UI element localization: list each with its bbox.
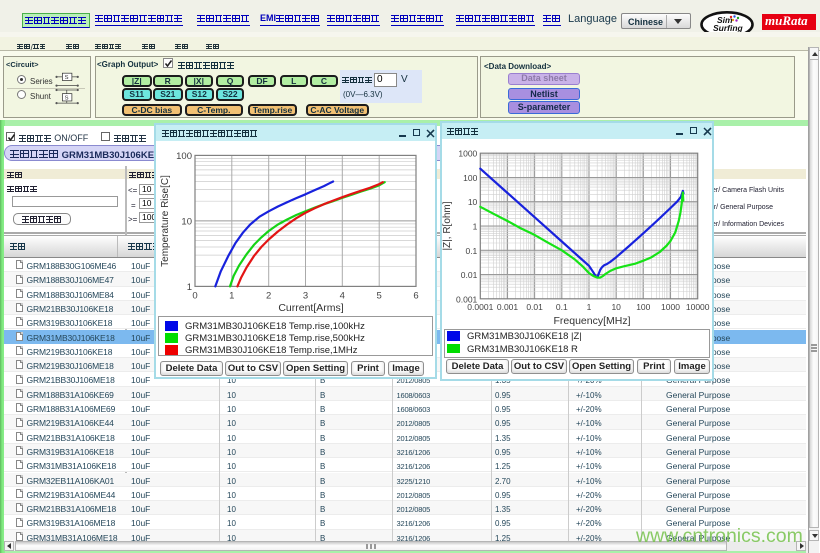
svg-text:S: S bbox=[65, 96, 69, 102]
svg-text:0.1: 0.1 bbox=[556, 302, 568, 312]
svg-text:Frequency[MHz]: Frequency[MHz] bbox=[553, 315, 630, 327]
svg-text:10: 10 bbox=[181, 216, 192, 227]
svg-text:1000: 1000 bbox=[458, 149, 477, 159]
svg-text:1: 1 bbox=[187, 282, 192, 293]
svg-text:Current[Arms]: Current[Arms] bbox=[278, 302, 343, 314]
svg-text:1: 1 bbox=[473, 222, 478, 232]
svg-text:Temperature Rise[C]: Temperature Rise[C] bbox=[160, 175, 171, 267]
svg-text:4: 4 bbox=[340, 290, 345, 301]
svg-text:100: 100 bbox=[176, 151, 192, 162]
svg-text:0.1: 0.1 bbox=[465, 246, 477, 256]
svg-text:100: 100 bbox=[636, 302, 650, 312]
svg-text:6: 6 bbox=[413, 290, 418, 301]
svg-text:2: 2 bbox=[266, 290, 271, 301]
svg-text:0.01: 0.01 bbox=[461, 270, 478, 280]
svg-text:0.0001: 0.0001 bbox=[467, 302, 493, 312]
svg-text:10: 10 bbox=[611, 302, 621, 312]
svg-text:3: 3 bbox=[303, 290, 308, 301]
svg-text:5: 5 bbox=[377, 290, 382, 301]
svg-text:100: 100 bbox=[463, 173, 477, 183]
svg-text:10000: 10000 bbox=[686, 302, 710, 312]
svg-text:1000: 1000 bbox=[661, 302, 680, 312]
svg-text:1: 1 bbox=[587, 302, 592, 312]
svg-text:|Z|, R[ohm]: |Z|, R[ohm] bbox=[442, 201, 453, 250]
svg-text:S: S bbox=[65, 75, 69, 81]
svg-text:0: 0 bbox=[192, 290, 197, 301]
svg-text:10: 10 bbox=[468, 197, 478, 207]
svg-text:1: 1 bbox=[229, 290, 234, 301]
svg-text:0.01: 0.01 bbox=[526, 302, 543, 312]
svg-text:0.001: 0.001 bbox=[497, 302, 519, 312]
